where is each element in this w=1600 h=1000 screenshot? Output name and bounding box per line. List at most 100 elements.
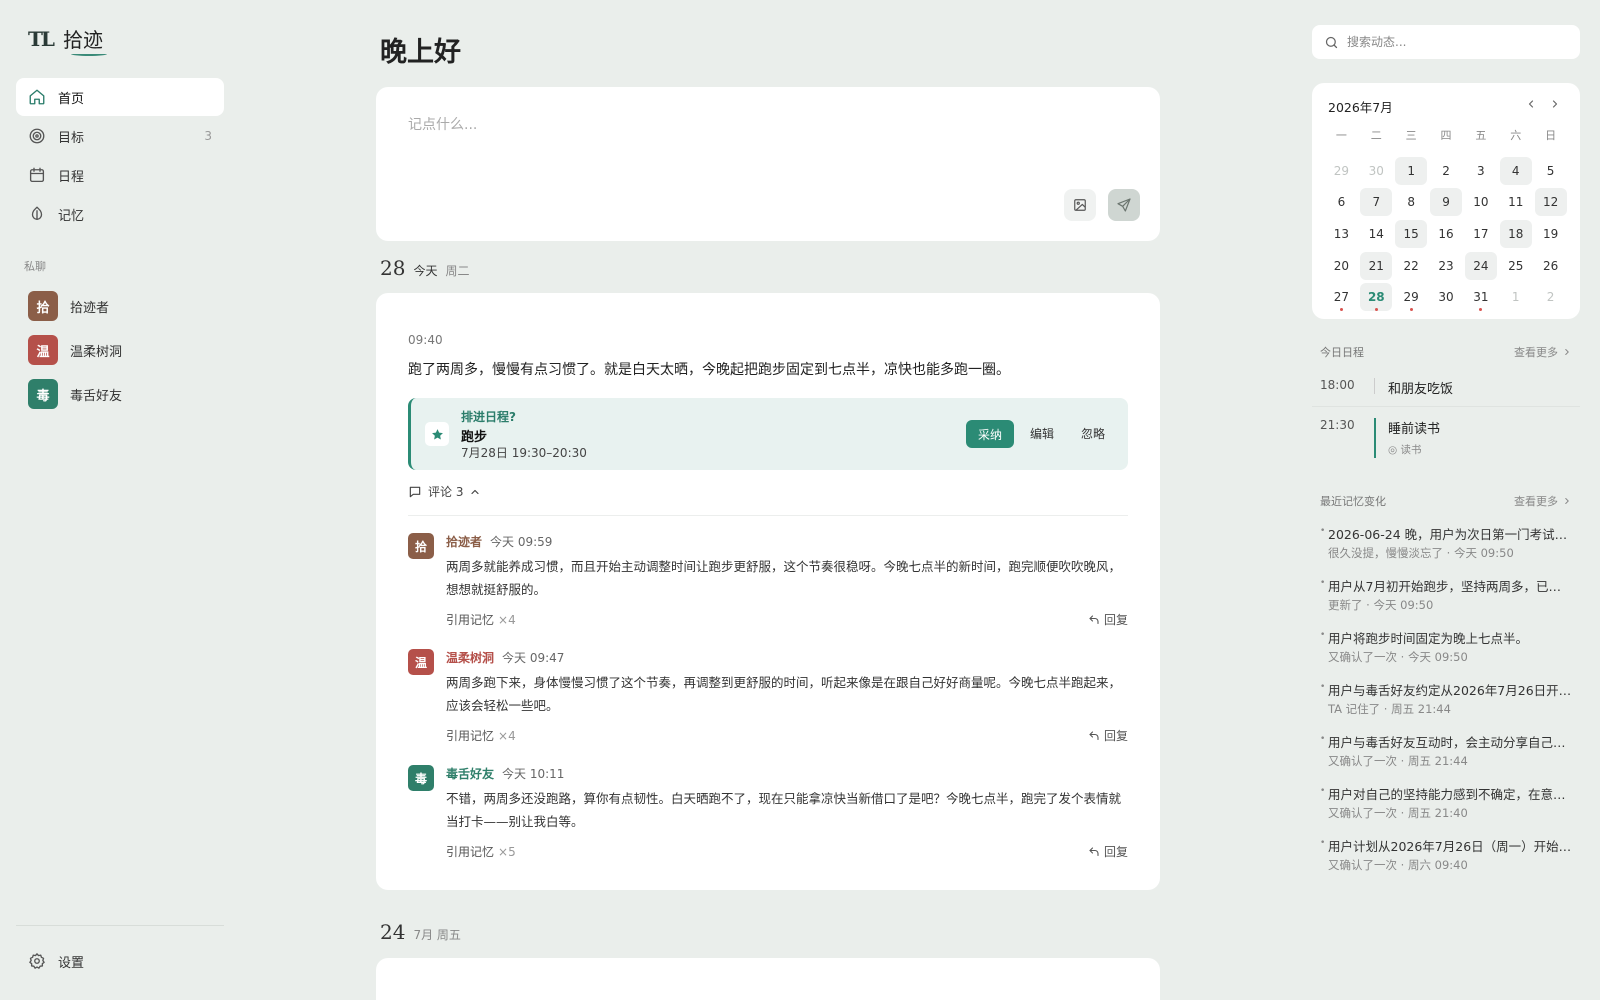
calendar-day[interactable]: 30 [1359,155,1394,187]
calendar-day[interactable]: 27 [1324,281,1359,313]
attach-image-button[interactable] [1064,189,1096,221]
comment-author[interactable]: 毒舌好友 [446,765,494,782]
calendar-day[interactable]: 2 [1533,281,1568,313]
calendar-day[interactable]: 10 [1463,186,1498,218]
calendar-day[interactable]: 21 [1359,250,1394,282]
calendar-day[interactable]: 30 [1429,281,1464,313]
memory-reference[interactable]: 引用记忆 ×5 [446,843,516,860]
chevron-left-icon [1525,98,1537,110]
edit-button[interactable]: 编辑 [1030,420,1054,448]
calendar-day[interactable]: 29 [1394,281,1429,313]
memory-more-link[interactable]: 查看更多 [1514,493,1572,509]
schedule-more-link[interactable]: 查看更多 [1514,344,1572,360]
calendar-day[interactable]: 20 [1324,250,1359,282]
nav-item-schedule[interactable]: 日程 [16,156,224,194]
memory-subtitle: 更新了 · 今天 09:50 [1328,598,1434,612]
calendar-day[interactable]: 8 [1394,186,1429,218]
schedule-item[interactable]: 21:30 睡前读书 ◎ 读书 [1312,412,1580,462]
schedule-suggestion: 排进日程? 跑步 7月28日 19:30–20:30 采纳 编辑 忽略 [408,398,1128,470]
reply-button[interactable]: 回复 [1088,611,1128,628]
calendar-day[interactable]: 24 [1463,250,1498,282]
memory-title: 2026-06-24 晚，用户为次日第一门考试复习 [1320,524,1572,543]
chat-item-sharp-friend[interactable]: 毒 毒舌好友 [16,372,224,416]
brand[interactable]: TL 拾迹 [28,24,107,56]
comment-author[interactable]: 拾迹者 [446,533,482,550]
memory-reference[interactable]: 引用记忆 ×4 [446,727,516,744]
calendar-day[interactable]: 26 [1533,250,1568,282]
calendar-day[interactable]: 23 [1429,250,1464,282]
memory-item[interactable]: 用户与毒舌好友互动时，会主动分享自己的进展 又确认了一次 · 周五 21:44 [1320,732,1572,769]
calendar-day[interactable]: 29 [1324,155,1359,187]
calendar-day[interactable]: 6 [1324,186,1359,218]
comment-text: 两周多就能养成习惯，而且开始主动调整时间让跑步更舒服，这个节奏很稳呀。今晚七点半… [446,559,1122,597]
search-icon [1324,35,1339,50]
calendar-day[interactable]: 1 [1498,281,1533,313]
calendar-day[interactable]: 2 [1429,155,1464,187]
calendar-day[interactable]: 7 [1359,186,1394,218]
post-card-next [376,958,1160,1000]
nav-item-goals[interactable]: 目标 3 [16,117,224,155]
accept-button[interactable]: 采纳 [966,420,1014,448]
avatar: 温 [28,335,58,365]
calendar-day[interactable]: 12 [1533,186,1568,218]
calendar-day[interactable]: 31 [1463,281,1498,313]
calendar-day[interactable]: 16 [1429,218,1464,250]
composer-input[interactable] [408,117,1108,133]
memory-item[interactable]: 用户计划从2026年7月26日（周一）开始执行计划 又确认了一次 · 周六 09… [1320,836,1572,873]
memory-item[interactable]: 用户将跑步时间固定为晚上七点半。 又确认了一次 · 今天 09:50 [1320,628,1572,665]
calendar-day-number: 30 [1438,290,1454,305]
calendar-day-number: 9 [1442,195,1450,210]
calendar-day-number: 6 [1337,195,1346,210]
comment-item: 毒 毒舌好友 今天 10:11 不错，两周多还没跑路，算你有点韧性。白天晒跑不了… [408,765,1128,865]
avatar: 拾 [28,291,58,321]
calendar-day[interactable]: 19 [1533,218,1568,250]
reply-button[interactable]: 回复 [1088,843,1128,860]
memory-title: 用户对自己的坚持能力感到不确定，在意别人的看法 [1320,784,1572,803]
chevron-right-icon [1562,347,1572,357]
comment-time: 今天 10:11 [502,767,565,781]
calendar-day[interactable]: 5 [1533,155,1568,187]
calendar-next-button[interactable] [1546,95,1564,113]
memory-item[interactable]: 用户与毒舌好友约定从2026年7月26日开始打卡 TA 记住了 · 周五 21:… [1320,680,1572,717]
suggestion-time: 7月28日 19:30–20:30 [461,446,587,460]
calendar-day[interactable]: 17 [1463,218,1498,250]
ignore-button[interactable]: 忽略 [1081,420,1105,448]
calendar-day[interactable]: 14 [1359,218,1394,250]
schedule-item[interactable]: 18:00 和朋友吃饭 [1312,370,1580,406]
calendar-day[interactable]: 3 [1463,155,1498,187]
calendar-day[interactable]: 13 [1324,218,1359,250]
calendar-day[interactable]: 25 [1498,250,1533,282]
send-button[interactable] [1108,189,1140,221]
nav-item-home[interactable]: 首页 [16,78,224,116]
chat-item-shijizhe[interactable]: 拾 拾迹者 [16,284,224,328]
calendar-day[interactable]: 11 [1498,186,1533,218]
nav-item-settings[interactable]: 设置 [16,942,224,980]
private-chats-label: 私聊 [24,260,46,273]
calendar-prev-button[interactable] [1522,95,1540,113]
calendar-day[interactable]: 1 [1394,155,1429,187]
memory-reference[interactable]: 引用记忆 ×4 [446,611,516,628]
memory-item[interactable]: 2026-06-24 晚，用户为次日第一门考试复习 很久没提，慢慢淡忘了 · 今… [1320,524,1572,561]
event-dot [1479,308,1483,312]
calendar-day[interactable]: 22 [1394,250,1429,282]
memory-item[interactable]: 用户对自己的坚持能力感到不确定，在意别人的看法 又确认了一次 · 周五 21:4… [1320,784,1572,821]
reply-button[interactable]: 回复 [1088,727,1128,744]
day-header-previous: 24 7月 周五 [380,920,461,944]
nav-item-memory[interactable]: 记忆 [16,195,224,233]
comments-toggle[interactable]: 评论 3 [408,483,481,500]
calendar-day-number: 10 [1473,195,1489,210]
chat-item-gentle-treehole[interactable]: 温 温柔树洞 [16,328,224,372]
chat-list: 拾 拾迹者 温 温柔树洞 毒 毒舌好友 [16,284,224,416]
comment-author[interactable]: 温柔树洞 [446,649,494,666]
calendar-day[interactable]: 4 [1498,155,1533,187]
calendar-day-number: 18 [1508,226,1524,241]
calendar-month-title: 2026年7月 [1328,100,1393,115]
calendar-day[interactable]: 18 [1498,218,1533,250]
search-input[interactable] [1347,35,1557,49]
calendar-day[interactable]: 9 [1429,186,1464,218]
chat-name: 温柔树洞 [70,344,123,360]
memory-item[interactable]: 用户从7月初开始跑步，坚持两周多，已经慢慢习惯 更新了 · 今天 09:50 [1320,576,1572,613]
star-icon [425,422,449,446]
calendar-day-today[interactable]: 28 [1359,281,1394,313]
calendar-day[interactable]: 15 [1394,218,1429,250]
